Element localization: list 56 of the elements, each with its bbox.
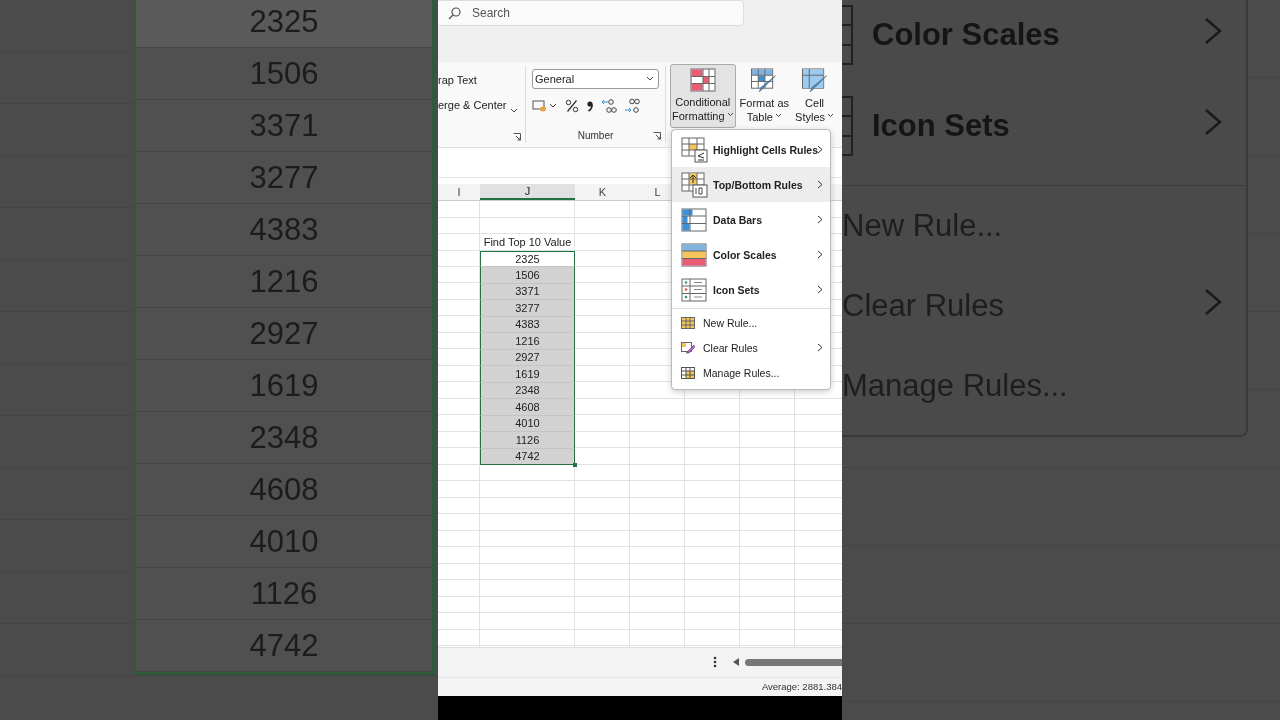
fill-handle[interactable]: [573, 463, 577, 467]
table-cell: 4608: [480, 399, 575, 416]
highlighted-grid-icon: [689, 68, 716, 92]
grid-ten-icon: [681, 171, 709, 198]
grid-icon: [681, 316, 695, 329]
currency-format-icon[interactable]: [532, 99, 558, 113]
table-cell: Find Top 10 Value: [483, 236, 572, 249]
grid-less-than-icon: [681, 136, 709, 163]
data-bars-icon: [681, 207, 709, 232]
comma-style-icon[interactable]: [586, 99, 594, 113]
table-cell: 1126: [480, 432, 575, 449]
menu-item[interactable]: Color Scales: [672, 237, 830, 272]
menu-item[interactable]: Clear Rules: [672, 335, 830, 360]
ribbon-command[interactable]: erge & Center: [438, 99, 507, 111]
ribbon-command[interactable]: rap Text: [438, 74, 477, 86]
caret-icon[interactable]: [510, 108, 518, 114]
caret-icon: [775, 113, 782, 118]
menu-item[interactable]: Manage Rules...: [672, 360, 830, 385]
grid-icon: [681, 366, 695, 379]
column-header[interactable]: K: [575, 184, 630, 200]
dialog-launcher-icon[interactable]: [513, 133, 521, 141]
menu-item[interactable]: New Rule...: [672, 310, 830, 335]
menu-item[interactable]: Data Bars: [672, 202, 830, 237]
table-cell: 3277: [480, 300, 575, 317]
ribbon-button[interactable]: Format as Table: [737, 64, 792, 128]
decrease-decimal-icon[interactable]: [624, 98, 640, 114]
icon-set-grid-icon: [681, 277, 709, 302]
dialog-launcher-icon[interactable]: [653, 132, 661, 140]
menu-item[interactable]: Icon Sets: [672, 272, 830, 307]
group-label: Number: [577, 130, 614, 141]
caret-icon: [726, 112, 734, 117]
scrollbar-thumb[interactable]: [745, 658, 842, 666]
zoomed-cell: 2325: [136, 0, 432, 48]
table-cell: 2325: [480, 250, 575, 267]
increase-decimal-icon[interactable]: [601, 98, 617, 114]
more-options-icon[interactable]: [713, 656, 717, 668]
table-cell: 1619: [480, 366, 575, 383]
table-cell: 1506: [480, 267, 575, 284]
column-header[interactable]: J: [480, 184, 575, 200]
status-average: Average: 2881.384: [761, 681, 842, 692]
color-scale-icon: [681, 242, 709, 267]
percent-icon[interactable]: [565, 99, 579, 113]
cell-brush-icon: [800, 68, 829, 93]
search-field[interactable]: Search: [438, 0, 744, 26]
caret-icon: [646, 76, 654, 82]
menu-item[interactable]: Highlight Cells Rules: [672, 132, 830, 167]
ribbon-button[interactable]: Conditional Formatting: [670, 64, 736, 128]
table-cell: 1216: [480, 333, 575, 350]
menu-item[interactable]: Top/Bottom Rules: [672, 167, 830, 202]
scroll-left-icon[interactable]: [733, 658, 739, 666]
column-header[interactable]: I: [438, 184, 480, 200]
caret-icon: [827, 113, 835, 118]
table-brush-icon: [750, 68, 779, 93]
ribbon-button[interactable]: Cell Styles: [793, 64, 837, 128]
eraser-icon: [681, 341, 695, 354]
number-format-dropdown[interactable]: General: [532, 69, 659, 89]
